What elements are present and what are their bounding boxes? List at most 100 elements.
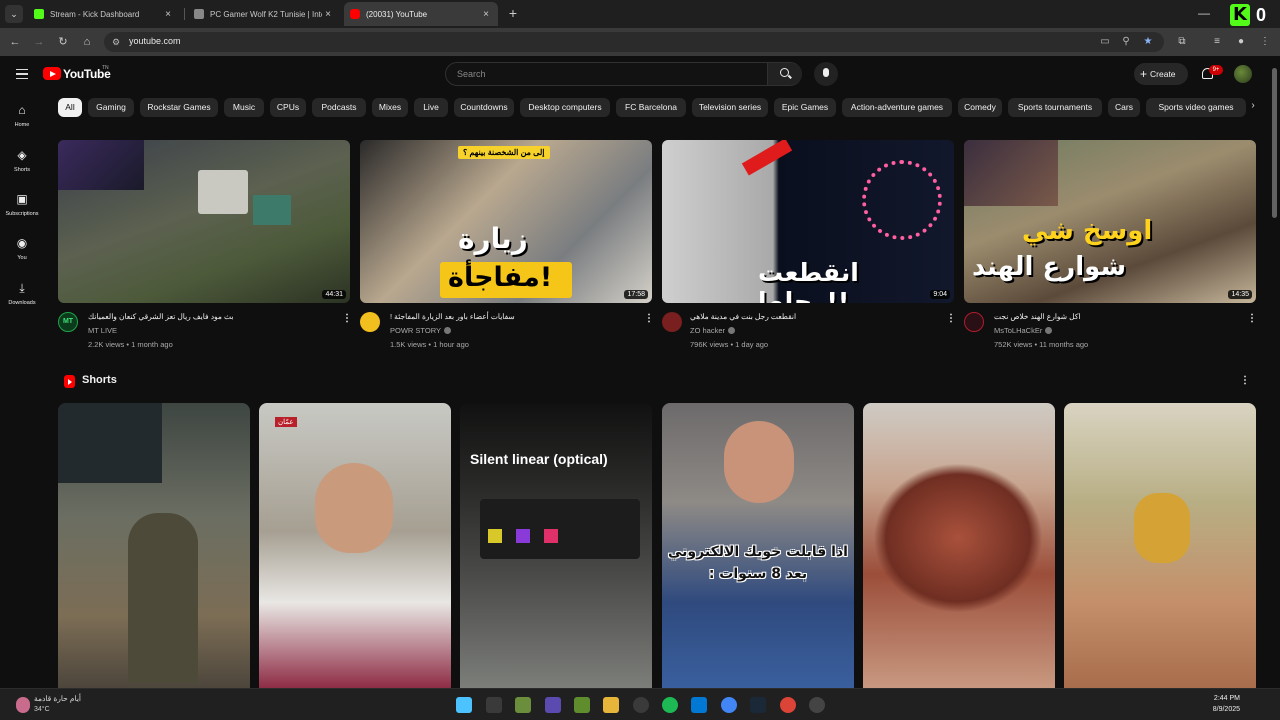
search-box[interactable]: Search	[445, 62, 802, 86]
steam-icon[interactable]	[750, 697, 766, 713]
minecraft-icon[interactable]	[515, 697, 531, 713]
chrome-icon[interactable]	[721, 697, 737, 713]
more-actions-icon[interactable]: ⋮	[946, 313, 956, 325]
channel-avatar[interactable]	[964, 312, 984, 332]
url-text[interactable]: youtube.com	[129, 36, 181, 46]
video-thumbnail[interactable]: إلى من الشخصنة بينهم ؟ زيارة مفاجأة! 17:…	[360, 140, 652, 303]
more-actions-icon[interactable]: ⋮	[1247, 313, 1257, 325]
channel-avatar[interactable]: MT	[58, 312, 78, 332]
chip[interactable]: Sports tournaments	[1008, 98, 1102, 117]
channel-name[interactable]: POWR STORY	[390, 326, 451, 335]
app-icon[interactable]	[633, 697, 649, 713]
minimize-window-icon[interactable]: —	[1198, 6, 1210, 20]
chip[interactable]: CPUs	[270, 98, 306, 117]
address-bar[interactable]: ⚙ youtube.com ▭ ⚲ ★	[104, 32, 1164, 52]
rail-item-shorts[interactable]: ◈ Shorts	[2, 148, 42, 173]
chip[interactable]: Live	[414, 98, 448, 117]
chip-all[interactable]: All	[58, 98, 82, 117]
chip[interactable]: Desktop computers	[520, 98, 610, 117]
chip[interactable]: Sports video games	[1146, 98, 1246, 117]
rail-item-home[interactable]: ⌂ Home	[2, 103, 42, 128]
rail-item-you[interactable]: ◉ You	[2, 236, 42, 261]
chip[interactable]: FC Barcelona	[616, 98, 686, 117]
chevron-right-icon[interactable]: ›	[1246, 100, 1260, 114]
back-button[interactable]: ←	[8, 35, 22, 49]
chip[interactable]: Comedy	[958, 98, 1002, 117]
close-tab-icon[interactable]: ×	[162, 9, 174, 20]
short-thumbnail[interactable]	[58, 403, 250, 688]
weather-icon[interactable]	[16, 697, 30, 713]
app-icon[interactable]	[574, 697, 590, 713]
video-thumbnail[interactable]: اوسخ شي شوارع الهند 14:35	[964, 140, 1256, 303]
rail-item-downloads[interactable]: ⤓ Downloads	[2, 281, 42, 306]
voice-search-icon[interactable]	[814, 62, 838, 86]
close-tab-icon[interactable]: ×	[322, 9, 334, 20]
video-title[interactable]: بث مود فايف ريال تعز الشرقي كنعان والعمي…	[88, 312, 334, 321]
site-info-icon[interactable]: ⚙	[112, 36, 124, 48]
chip[interactable]: Podcasts	[312, 98, 366, 117]
reload-button[interactable]: ↻	[56, 35, 70, 49]
vscode-icon[interactable]	[691, 697, 707, 713]
app-icon[interactable]	[809, 697, 825, 713]
profile-icon[interactable]: ●	[1234, 35, 1248, 49]
video-title[interactable]: انقطعت رجل بنت في مدينة ملاهي	[690, 312, 938, 321]
chip[interactable]: Television series	[692, 98, 768, 117]
youtube-logo-icon[interactable]	[43, 67, 61, 80]
zoom-icon[interactable]: ⚲	[1120, 36, 1132, 48]
tab-youtube[interactable]: (20031) YouTube ×	[344, 2, 498, 26]
file-explorer-icon[interactable]	[603, 697, 619, 713]
chrome-icon[interactable]	[780, 697, 796, 713]
start-menu-icon[interactable]	[456, 697, 472, 713]
chip[interactable]: Mixes	[372, 98, 408, 117]
chip[interactable]: Cars	[1108, 98, 1140, 117]
rail-item-subscriptions[interactable]: ▣ Subscriptions	[2, 192, 42, 217]
media-controls-icon[interactable]: ≡	[1210, 35, 1224, 49]
account-avatar[interactable]	[1234, 65, 1252, 83]
extensions-icon[interactable]: ⧉	[1175, 35, 1189, 49]
tab-search-button[interactable]: ⌄	[5, 5, 23, 23]
shorts-more-icon[interactable]: ⋮	[1240, 375, 1250, 388]
channel-name[interactable]: MT LIVE	[88, 326, 117, 335]
home-button[interactable]: ⌂	[80, 35, 94, 49]
weather-text[interactable]: أيام حارة قادمة	[34, 694, 81, 703]
chip[interactable]: Gaming	[88, 98, 134, 117]
short-thumbnail[interactable]: اذا قابلت خويك الالكتروني بعد 8 سنوات :	[662, 403, 854, 688]
browser-menu-icon[interactable]: ⋮	[1258, 35, 1272, 49]
page-scrollbar[interactable]	[1272, 68, 1277, 218]
video-thumbnail[interactable]: 44:31	[58, 140, 350, 303]
search-button[interactable]	[767, 63, 802, 85]
close-tab-icon[interactable]: ×	[480, 9, 492, 20]
chip[interactable]: Countdowns	[454, 98, 514, 117]
more-actions-icon[interactable]: ⋮	[644, 313, 654, 325]
create-button[interactable]: + Create	[1134, 63, 1188, 85]
chip[interactable]: Rockstar Games	[140, 98, 218, 117]
search-input[interactable]: Search	[457, 69, 486, 79]
app-icon[interactable]	[545, 697, 561, 713]
task-view-icon[interactable]	[486, 697, 502, 713]
tab-pc-gamer[interactable]: PC Gamer Wolf K2 Tunisie | Inte ×	[188, 2, 340, 26]
clock-time[interactable]: 2:44 PM	[1206, 695, 1240, 702]
short-thumbnail[interactable]	[1064, 403, 1256, 688]
short-thumbnail[interactable]: Silent linear (optical)	[460, 403, 652, 688]
chip[interactable]: Epic Games	[774, 98, 836, 117]
short-thumbnail[interactable]: عمّان	[259, 403, 451, 688]
chip[interactable]: Music	[224, 98, 264, 117]
spotify-icon[interactable]	[662, 697, 678, 713]
forward-button[interactable]: →	[32, 35, 46, 49]
video-title[interactable]: سفايات أعضاء باور بعد الزيارة المفاجئة !	[390, 312, 636, 321]
chip[interactable]: Action-adventure games	[842, 98, 952, 117]
channel-avatar[interactable]	[360, 312, 380, 332]
new-tab-button[interactable]: +	[506, 6, 520, 20]
hamburger-menu-icon[interactable]	[16, 69, 28, 79]
video-thumbnail[interactable]: انقطعت رجلها!! 9:04	[662, 140, 954, 303]
video-title[interactable]: اكل شوارع الهند خلاص نجت	[994, 312, 1242, 321]
more-actions-icon[interactable]: ⋮	[342, 313, 352, 325]
short-thumbnail[interactable]	[863, 403, 1055, 688]
tab-kick-dashboard[interactable]: Stream - Kick Dashboard ×	[28, 2, 180, 26]
clock-date[interactable]: 8/9/2025	[1198, 706, 1240, 713]
bookmark-star-icon[interactable]: ★	[1142, 36, 1154, 48]
channel-name[interactable]: ZO hacker	[690, 326, 736, 335]
cast-icon[interactable]: ▭	[1099, 36, 1111, 48]
channel-avatar[interactable]	[662, 312, 682, 332]
channel-name[interactable]: MsToLHaCkEr	[994, 326, 1053, 335]
